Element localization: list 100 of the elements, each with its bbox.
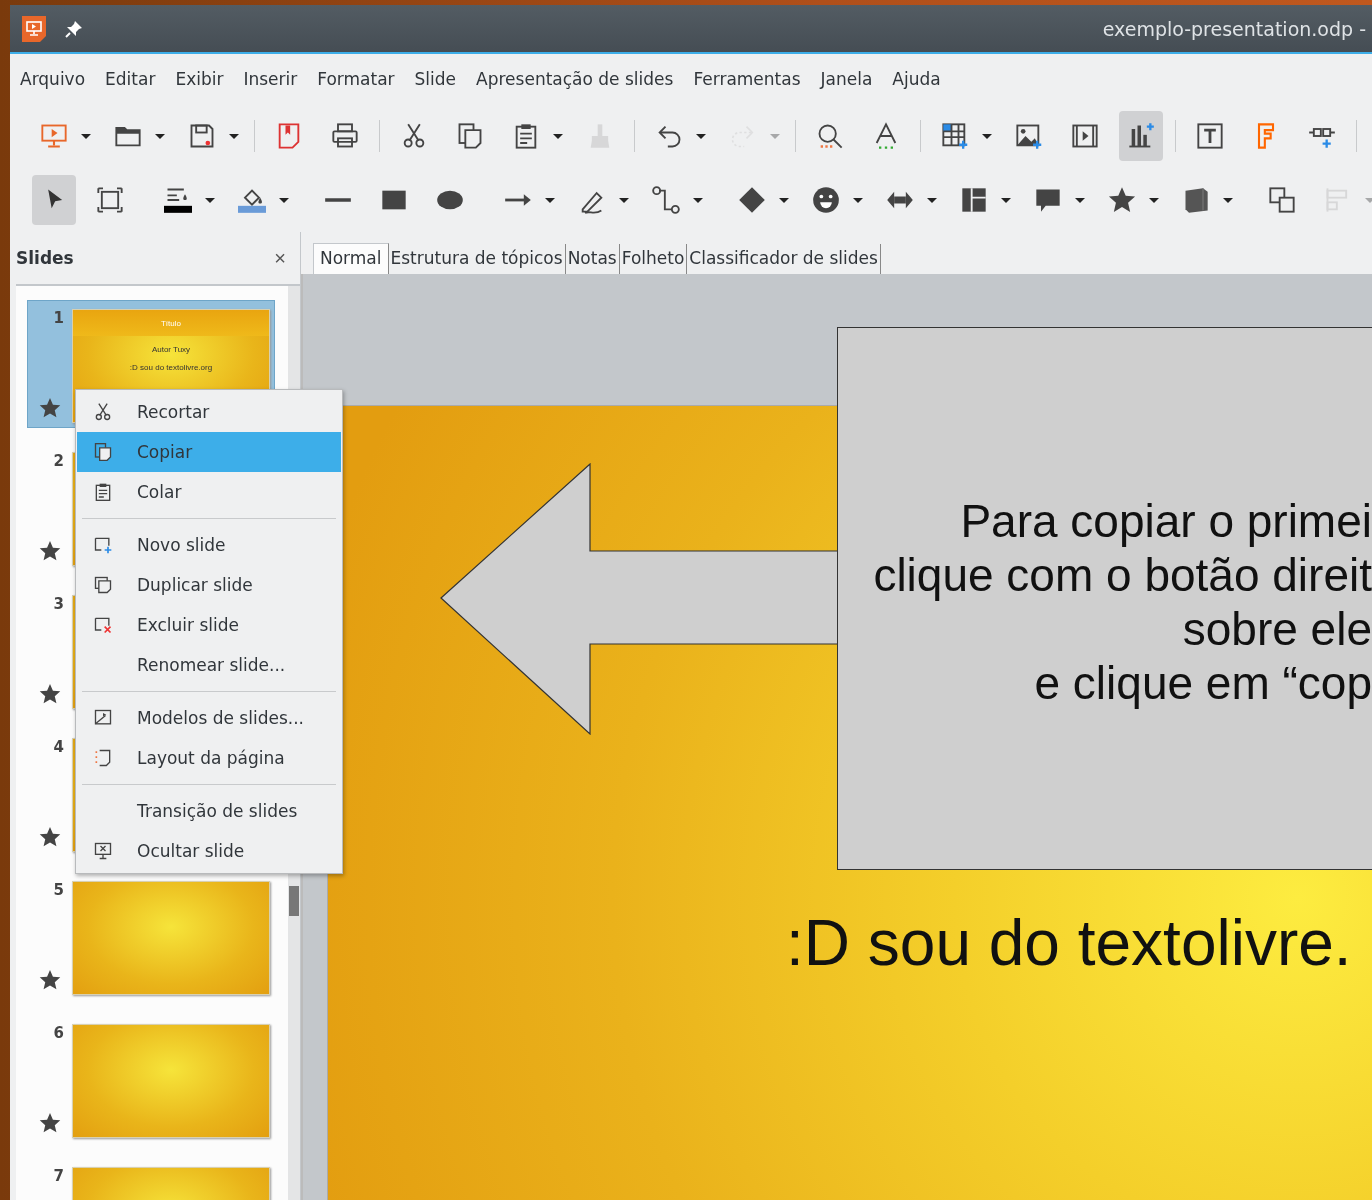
newslide-icon <box>93 535 113 555</box>
slide-number: 2 <box>53 452 64 470</box>
window-title: exemplo-presentation.odp - <box>1102 17 1366 40</box>
menu-option[interactable]: Renomear slide... <box>77 645 341 685</box>
save-icon <box>188 122 216 150</box>
pointer-button[interactable] <box>32 175 76 225</box>
menu-option[interactable]: Ocultar slide <box>77 831 341 871</box>
menu-item[interactable]: Janela <box>820 69 873 89</box>
copy-icon <box>93 442 113 462</box>
copy-icon <box>456 122 484 150</box>
image-icon <box>1015 122 1043 150</box>
slide-number: 3 <box>53 595 64 613</box>
caret-icon <box>1365 197 1372 203</box>
menu-option-label: Copiar <box>137 442 193 462</box>
slide-number: 1 <box>53 309 64 327</box>
chart-button[interactable] <box>1119 111 1163 161</box>
menu-item[interactable]: Arquivo <box>20 69 86 89</box>
printer-icon <box>331 122 359 150</box>
caret-icon <box>779 197 789 203</box>
menu-option-label: Novo slide <box>137 535 226 555</box>
star-icon <box>39 1112 61 1134</box>
hide-icon <box>93 841 113 861</box>
thumbnail-text: Autor Tuxy <box>151 345 191 354</box>
caret-icon <box>1075 197 1085 203</box>
menu-option[interactable]: Excluir slide <box>77 605 341 645</box>
slide-thumbnail-item[interactable]: 6 <box>27 1015 275 1143</box>
caret-icon <box>927 197 937 203</box>
menu-item[interactable]: Apresentação de slides <box>476 69 674 89</box>
menu-item[interactable]: Ajuda <box>892 69 941 89</box>
menu-option[interactable]: Layout da página <box>77 738 341 778</box>
menu-option-label: Duplicar slide <box>137 575 253 595</box>
menu-option-label: Renomear slide... <box>137 655 286 675</box>
slide-thumbnail-item[interactable]: 5 <box>27 872 275 1000</box>
menu-item[interactable]: Ferramentas <box>693 69 801 89</box>
caret-icon <box>229 133 239 139</box>
menu-option-label: Colar <box>137 482 182 502</box>
menu-option[interactable]: Copiar <box>77 432 341 472</box>
menu-item[interactable]: Formatar <box>317 69 395 89</box>
star-icon <box>39 540 61 562</box>
menu-item[interactable]: Inserir <box>243 69 298 89</box>
table-icon <box>941 122 969 150</box>
textbox-icon <box>1196 122 1224 150</box>
caret-icon <box>853 197 863 203</box>
layout-icon <box>93 748 113 768</box>
pin-icon[interactable] <box>64 18 84 39</box>
menu-item[interactable]: Editar <box>105 69 156 89</box>
menu-option[interactable]: Duplicar slide <box>77 565 341 605</box>
delslide-icon <box>93 615 113 635</box>
menu-item[interactable]: Slide <box>414 69 457 89</box>
menu-option[interactable]: Transição de slides <box>77 791 341 831</box>
presentation-icon <box>40 122 68 150</box>
view-tab[interactable]: Normal <box>313 243 389 274</box>
app-icon <box>22 15 46 42</box>
menu-option[interactable]: Modelos de slides... <box>77 698 341 738</box>
star-icon <box>39 969 61 991</box>
text-box[interactable]: Para copiar o primei clique com o botão direit sobre ele e clique em “cop <box>837 327 1372 870</box>
menu-option-label: Recortar <box>137 402 210 422</box>
caret-icon <box>553 133 563 139</box>
caret-icon <box>1001 197 1011 203</box>
caret-icon <box>693 197 703 203</box>
slide-text[interactable]: :D sou do textolivre. <box>786 906 1352 980</box>
smiley-icon <box>812 186 840 214</box>
menu-option[interactable]: Colar <box>77 472 341 512</box>
menu-option-label: Transição de slides <box>137 801 298 821</box>
zoomframe-icon <box>96 186 124 214</box>
menu-option[interactable]: Novo slide <box>77 525 341 565</box>
caret-icon <box>619 197 629 203</box>
slide-number: 5 <box>53 881 64 899</box>
close-button[interactable]: × <box>272 246 288 270</box>
caret-icon <box>982 133 992 139</box>
caret-icon <box>81 133 91 139</box>
caret-icon <box>205 197 215 203</box>
caret-icon <box>696 133 706 139</box>
thumbnail-title: Título <box>161 318 181 328</box>
master-icon <box>93 708 113 728</box>
chart-icon <box>1127 122 1155 150</box>
caret-icon <box>279 197 289 203</box>
arrange-icon <box>1268 186 1296 214</box>
menu-option-label: Ocultar slide <box>137 841 245 861</box>
star-icon <box>39 826 61 848</box>
thumbnail-text: :D sou do textolivre.org <box>129 363 213 372</box>
blocks-icon <box>960 186 988 214</box>
slide-thumbnail-item[interactable]: 7 <box>27 1158 275 1200</box>
slide-number: 7 <box>53 1167 64 1185</box>
caret-icon <box>155 133 165 139</box>
dupslide-icon <box>93 575 113 595</box>
panel-title: Slides <box>16 248 74 268</box>
linecolor-icon <box>164 186 192 214</box>
caret-icon <box>545 197 555 203</box>
menu-item[interactable]: Exibir <box>175 69 224 89</box>
caret-icon <box>1223 197 1233 203</box>
clipboard-icon <box>93 482 113 502</box>
slide-number: 6 <box>53 1024 64 1042</box>
star-icon <box>39 397 61 419</box>
star-icon <box>1108 186 1136 214</box>
video-icon <box>1071 122 1099 150</box>
slide-number: 4 <box>53 738 64 756</box>
search-icon <box>816 122 844 150</box>
diamond-icon <box>738 186 766 214</box>
caret-icon <box>770 133 780 139</box>
